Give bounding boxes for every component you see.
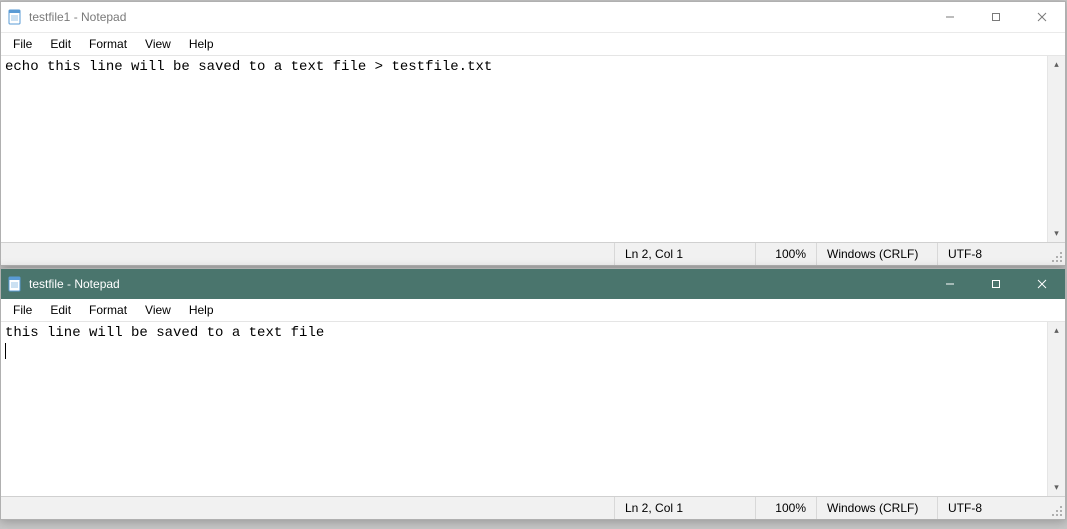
statusbar: Ln 2, Col 1 100% Windows (CRLF) UTF-8 [1,496,1065,519]
status-spacer [1,243,615,265]
notepad-icon [7,276,23,292]
close-icon [1037,12,1047,22]
status-zoom: 100% [756,243,817,265]
maximize-icon [991,12,1001,22]
editor-area: echo this line will be saved to a text f… [1,56,1065,242]
desktop: testfile1 - Notepad File Edit Format Vie… [0,0,1067,529]
status-position: Ln 2, Col 1 [615,497,756,519]
title-left: testfile - Notepad [7,276,120,292]
editor-content: this line will be saved to a text file [5,325,324,341]
resize-grip-icon [1051,505,1063,517]
window-controls [927,269,1065,299]
status-zoom: 100% [756,497,817,519]
menubar: File Edit Format View Help [1,33,1065,56]
resize-grip[interactable] [1048,243,1065,265]
scroll-up-arrow-icon[interactable]: ▴ [1048,56,1065,73]
close-button[interactable] [1019,269,1065,299]
menu-file[interactable]: File [5,35,40,53]
maximize-icon [991,279,1001,289]
status-spacer [1,497,615,519]
menu-view[interactable]: View [137,35,179,53]
minimize-icon [945,12,955,22]
status-encoding: UTF-8 [938,497,1048,519]
menu-edit[interactable]: Edit [42,35,79,53]
maximize-button[interactable] [973,269,1019,299]
status-line-ending: Windows (CRLF) [817,497,938,519]
scroll-down-arrow-icon[interactable]: ▾ [1048,225,1065,242]
scroll-down-arrow-icon[interactable]: ▾ [1048,479,1065,496]
menu-format[interactable]: Format [81,301,135,319]
menubar: File Edit Format View Help [1,299,1065,322]
menu-view[interactable]: View [137,301,179,319]
window-title: testfile - Notepad [29,277,120,291]
close-button[interactable] [1019,2,1065,32]
editor-area: this line will be saved to a text file ▴… [1,322,1065,496]
menu-format[interactable]: Format [81,35,135,53]
window-title: testfile1 - Notepad [29,10,126,24]
status-encoding: UTF-8 [938,243,1048,265]
vertical-scrollbar[interactable]: ▴ ▾ [1047,322,1065,496]
window-controls [927,2,1065,32]
minimize-button[interactable] [927,2,973,32]
menu-edit[interactable]: Edit [42,301,79,319]
titlebar[interactable]: testfile1 - Notepad [1,2,1065,33]
close-icon [1037,279,1047,289]
minimize-button[interactable] [927,269,973,299]
title-left: testfile1 - Notepad [7,9,126,25]
text-editor[interactable]: this line will be saved to a text file [1,322,1047,496]
notepad-icon [7,9,23,25]
menu-file[interactable]: File [5,301,40,319]
notepad-window-1: testfile1 - Notepad File Edit Format Vie… [0,1,1066,266]
notepad-window-2: testfile - Notepad File Edit Format View… [0,268,1066,520]
menu-help[interactable]: Help [181,35,222,53]
resize-grip[interactable] [1048,497,1065,519]
vertical-scrollbar[interactable]: ▴ ▾ [1047,56,1065,242]
resize-grip-icon [1051,251,1063,263]
titlebar[interactable]: testfile - Notepad [1,269,1065,299]
maximize-button[interactable] [973,2,1019,32]
status-line-ending: Windows (CRLF) [817,243,938,265]
menu-help[interactable]: Help [181,301,222,319]
text-caret [5,343,6,359]
text-editor[interactable]: echo this line will be saved to a text f… [1,56,1047,242]
status-position: Ln 2, Col 1 [615,243,756,265]
minimize-icon [945,279,955,289]
editor-content: echo this line will be saved to a text f… [5,59,492,75]
scroll-up-arrow-icon[interactable]: ▴ [1048,322,1065,339]
statusbar: Ln 2, Col 1 100% Windows (CRLF) UTF-8 [1,242,1065,265]
